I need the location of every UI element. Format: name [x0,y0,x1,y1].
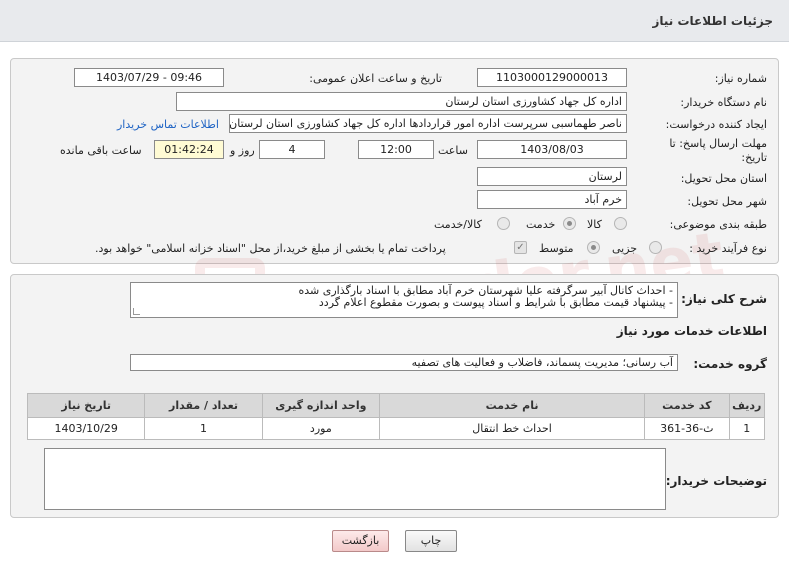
print-button[interactable]: چاپ [405,530,457,552]
cell-quantity: 1 [144,417,263,440]
cell-row: 1 [728,417,766,440]
col-row: ردیف [728,393,766,418]
treasury-payment-checkbox[interactable]: ✓ [514,241,527,254]
remaining-label: ساعت باقی مانده [60,144,142,157]
purchase-small-label: جزیی [612,242,638,255]
purchase-medium-label: متوسط [539,242,574,255]
resize-grip-icon[interactable] [133,308,140,315]
cell-unit: مورد [261,417,380,440]
city-label: شهر محل تحویل: [687,195,767,208]
category-label: طبقه بندی موضوعی: [669,218,767,231]
announce-label: تاریخ و ساعت اعلان عمومی: [309,72,442,85]
description-label: شرح کلی نیاز: [681,292,767,306]
need-number-label: شماره نیاز: [714,72,767,85]
buyer-notes-label: توضیحات خریدار: [665,474,767,488]
category-service-radio[interactable] [563,217,576,230]
category-goods-service-label: کالا/خدمت [434,218,482,231]
cell-service-code: ث-36-361 [644,417,730,440]
remaining-time-field: 01:42:24 [154,140,224,159]
days-label: روز و [230,144,255,157]
page-header: جزئیات اطلاعات نیاز [0,0,789,42]
city-field: خرم آباد [477,190,627,209]
table-row: 1 ث-36-361 احداث خط انتقال مورد 1 1403/1… [26,417,766,440]
payment-note: پرداخت تمام یا بخشی از مبلغ خرید،از محل … [95,242,446,255]
creator-label: ایجاد کننده درخواست: [665,118,767,131]
need-number-field: 1103000129000013 [477,68,627,87]
back-button[interactable]: بازگشت [332,530,389,552]
province-field: لرستان [477,167,627,186]
category-goods-radio[interactable] [614,217,627,230]
days-field: 4 [259,140,325,159]
deadline-time-field: 12:00 [358,140,434,159]
cell-need-date: 1403/10/29 [26,417,146,440]
category-goods-service-radio[interactable] [497,217,510,230]
service-group-field: آب رسانی؛ مدیریت پسماند، فاضلاب و فعالیت… [130,354,678,371]
deadline-label: مهلت ارسال پاسخ: تا تاریخ: [669,137,767,164]
col-quantity: تعداد / مقدار [144,393,263,418]
creator-field: ناصر طهماسبی سرپرست اداره امور قراردادها… [229,114,627,133]
service-group-label: گروه خدمت: [693,357,767,371]
page-title: جزئیات اطلاعات نیاز [652,14,773,28]
cell-service-name: احداث خط انتقال [378,417,646,440]
description-line-2: - پیشنهاد قیمت مطابق با شرایط و اسناد پی… [318,296,673,309]
buyer-notes-textarea [44,448,666,510]
time-label: ساعت [438,144,468,157]
purchase-medium-radio[interactable] [587,241,600,254]
description-textarea: - احداث کانال آبیر سرگرفته علیا شهرستان … [130,282,678,318]
purchase-type-label: نوع فرآیند خرید : [689,242,767,255]
col-service-name: نام خدمت [378,393,646,418]
col-unit: واحد اندازه گیری [261,393,380,418]
services-section-title: اطلاعات خدمات مورد نیاز [616,324,767,338]
col-need-date: تاریخ نیاز [26,393,146,418]
col-service-code: کد خدمت [644,393,730,418]
services-table: ردیف کد خدمت نام خدمت واحد اندازه گیری ت… [26,393,766,440]
buyer-org-field: اداره کل جهاد کشاورزی استان لرستان [176,92,627,111]
announce-field: 1403/07/29 - 09:46 [74,68,224,87]
province-label: استان محل تحویل: [680,172,767,185]
deadline-date-field: 1403/08/03 [477,140,627,159]
category-goods-label: کالا [587,218,602,231]
buyer-org-label: نام دستگاه خریدار: [680,96,767,109]
table-header-row: ردیف کد خدمت نام خدمت واحد اندازه گیری ت… [26,393,766,418]
purchase-small-radio[interactable] [649,241,662,254]
category-service-label: خدمت [526,218,556,231]
contact-buyer-link[interactable]: اطلاعات تماس خریدار [117,118,219,131]
